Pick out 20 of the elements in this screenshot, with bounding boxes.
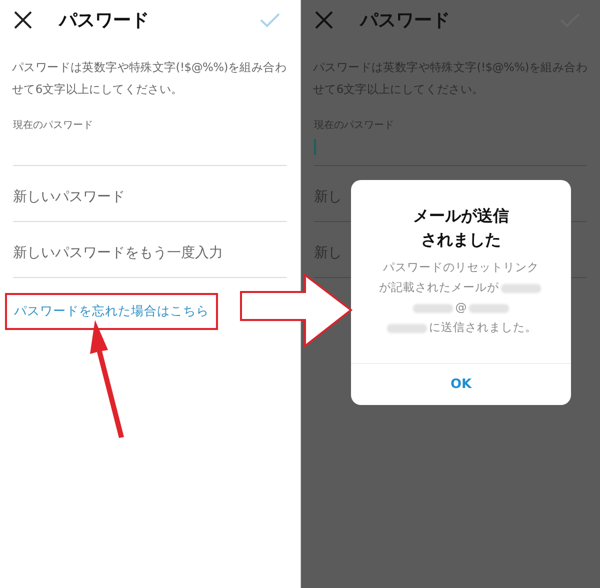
password-field[interactable]: 新しいパスワードをもう一度入力 bbox=[13, 222, 287, 278]
blurred-email bbox=[413, 304, 454, 312]
ok-button[interactable]: OK bbox=[440, 374, 482, 394]
dialog-message: @ bbox=[455, 299, 467, 316]
blurred-email bbox=[387, 324, 427, 332]
dialog-message: が記載されたメールが bbox=[379, 279, 499, 296]
field-label: 現在のパスワード bbox=[13, 119, 94, 133]
dialog-message: パスワードのリセットリンク bbox=[383, 259, 539, 276]
blurred-email bbox=[468, 304, 509, 312]
screen-title: パスワード bbox=[59, 8, 149, 32]
forgot-password-link[interactable]: パスワードを忘れた場合はこちら bbox=[5, 293, 218, 330]
close-icon[interactable] bbox=[14, 11, 32, 29]
password-field[interactable]: 現在のパスワード bbox=[13, 118, 287, 166]
dialog-title: されました bbox=[421, 229, 501, 251]
password-field[interactable]: 新しいパスワード bbox=[13, 166, 287, 222]
dialog-title: メールが送信 bbox=[413, 205, 509, 227]
screen-title: パスワード bbox=[360, 8, 450, 32]
password-rule-text: パスワードは英数字や特殊文字(!$@%%)を組み合わせて6文字以上にしてください。 bbox=[12, 59, 288, 98]
blurred-email bbox=[501, 284, 541, 292]
dialog-message: に送信されました。 bbox=[429, 319, 537, 336]
